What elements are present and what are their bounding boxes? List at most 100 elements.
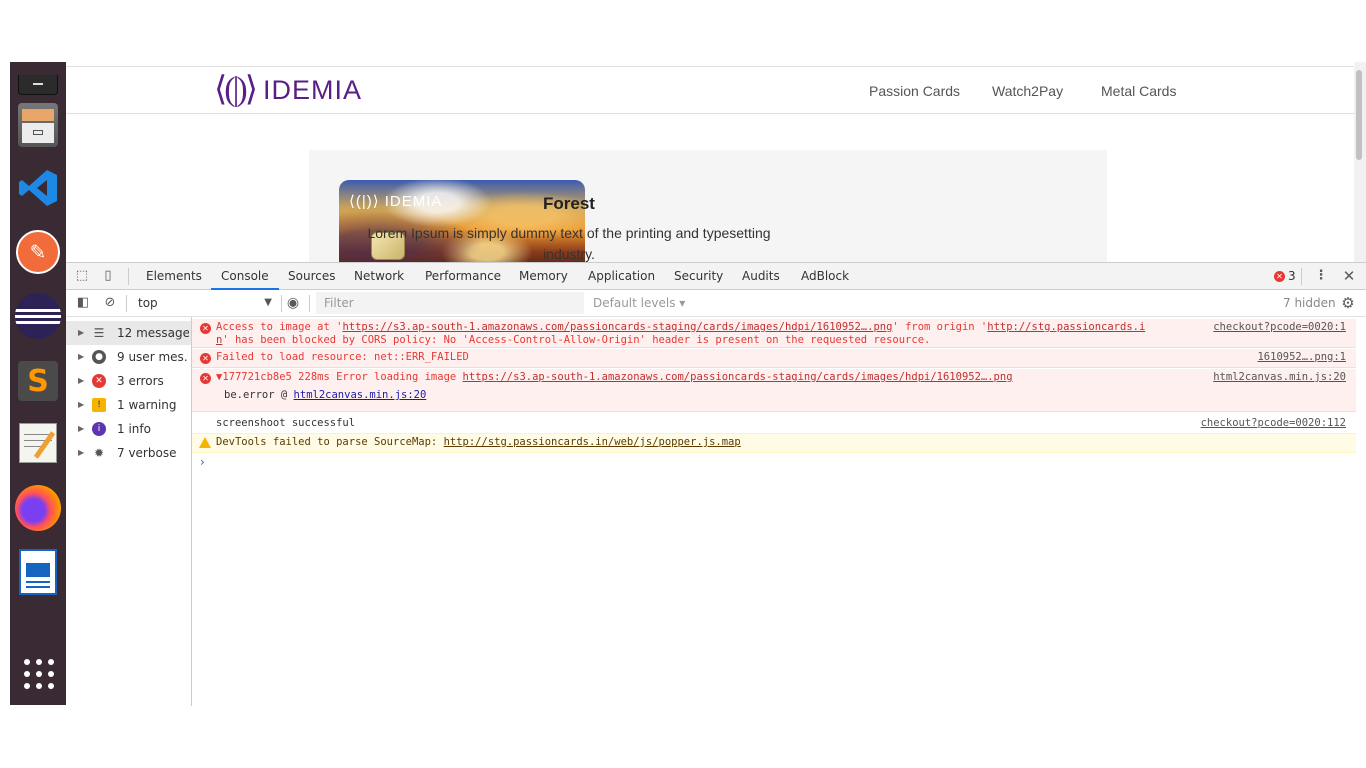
product-title: Forest [543,194,595,213]
clear-console-icon[interactable]: ⊘ [102,295,118,311]
image-url-link[interactable]: https://s3.ap-south-1.amazonaws.com/pass… [463,371,1013,383]
message-prefix: Access to image at ' [216,321,343,333]
console-message-image-error[interactable]: ✕ ▼177721cb8e5 228ms Error loading image… [192,369,1356,412]
trace-link[interactable]: html2canvas.min.js:20 [294,389,427,401]
filter-input[interactable] [316,292,584,314]
trace-prefix: be.error @ [224,389,294,401]
devtools-panel: ⬚ ▯ Elements Console Sources Network Per… [66,262,1366,706]
logo-mark: ⟨(|)⟩ [214,71,258,108]
logo-text: IDEMIA [262,74,362,105]
message-prefix: DevTools failed to parse SourceMap: [216,436,444,448]
page-scrollbar-thumb[interactable] [1356,70,1362,160]
message-middle: ' from origin ' [892,321,988,333]
sidebar-item-messages[interactable]: ▶ ☰ 12 messages [66,321,191,345]
sidebar-item-label: 3 errors [117,374,164,388]
sourcemap-url-link[interactable]: http://stg.passioncards.in/web/js/popper… [444,436,741,448]
error-counter[interactable]: ✕ 3 [1274,269,1296,283]
sidebar-item-errors[interactable]: ▶ ✕ 3 errors [66,369,191,393]
message-suffix: ' has been blocked by CORS policy: No 'A… [222,334,931,346]
files-icon[interactable] [13,100,63,150]
tab-application[interactable]: Application [588,263,655,290]
chevron-down-icon: ▼ [264,297,272,308]
sublime-text-icon[interactable]: S [13,356,63,406]
console-settings-gear-icon[interactable]: ⚙ [1340,295,1356,311]
source-link[interactable]: checkout?pcode=0020:112 [1201,417,1346,430]
libreoffice-writer-icon[interactable] [13,547,63,597]
show-applications-icon[interactable] [24,659,54,689]
source-link[interactable]: 1610952….png:1 [1257,351,1346,364]
image-url-link[interactable]: https://s3.ap-south-1.amazonaws.com/pass… [342,321,892,333]
console-message-cors-error[interactable]: ✕ Access to image at 'https://s3.ap-sout… [192,319,1356,348]
terminal-icon[interactable] [13,54,63,104]
firefox-icon[interactable] [13,483,63,533]
expand-arrow-icon: ▶ [78,328,85,337]
user-icon: ● [92,350,106,364]
stack-trace: be.error @ html2canvas.min.js:20 [224,389,426,402]
live-expression-eye-icon[interactable]: ◉ [285,295,301,311]
sidebar-item-verbose[interactable]: ▶ ✹ 7 verbose [66,441,191,465]
sidebar-item-user-messages[interactable]: ▶ ● 9 user mes… [66,345,191,369]
sidebar-item-label: 9 user mes… [117,350,189,364]
tab-network[interactable]: Network [354,263,404,290]
close-devtools-icon[interactable]: ✕ [1341,268,1357,284]
expand-arrow-icon: ▶ [78,424,85,433]
console-message-log[interactable]: screenshoot successful checkout?pcode=00… [192,415,1356,434]
more-options-icon[interactable]: ⋮ [1313,268,1329,284]
message-prefix: ▼177721cb8e5 228ms Error loading image [216,371,463,383]
error-icon: ✕ [200,323,211,334]
sidebar-toggle-icon[interactable]: ◧ [75,295,91,311]
console-message-load-failed[interactable]: ✕ Failed to load resource: net::ERR_FAIL… [192,349,1356,368]
ubuntu-dock: ✎ S [10,62,66,705]
nav-metal-cards[interactable]: Metal Cards [1101,83,1176,99]
tab-console[interactable]: Console [211,263,279,290]
eclipse-icon[interactable] [13,291,63,341]
error-icon: ✕ [92,374,106,388]
error-icon: ✕ [1274,270,1285,282]
console-prompt-icon[interactable]: › [200,455,205,469]
inspect-element-icon[interactable]: ⬚ [74,268,90,284]
postman-icon[interactable]: ✎ [13,227,63,277]
message-text: screenshoot successful [216,417,356,429]
console-message-sourcemap-warning[interactable]: DevTools failed to parse SourceMap: http… [192,434,1356,453]
sidebar-item-warnings[interactable]: ▶ ! 1 warning [66,393,191,417]
site-header: ⟨(|)⟩ IDEMIA Passion Cards Watch2Pay Met… [66,66,1354,114]
nav-passion-cards[interactable]: Passion Cards [869,83,960,99]
web-page: ⟨(|)⟩ IDEMIA Passion Cards Watch2Pay Met… [66,62,1354,262]
tab-elements[interactable]: Elements [146,263,202,290]
message-text: DevTools failed to parse SourceMap: http… [216,436,741,449]
error-count: 3 [1288,269,1296,283]
message-text: Access to image at 'https://s3.ap-south-… [216,321,1145,347]
console-sidebar: ▶ ☰ 12 messages ▶ ● 9 user mes… ▶ ✕ 3 er… [66,317,192,706]
tab-memory[interactable]: Memory [519,263,568,290]
expand-arrow-icon: ▶ [78,376,85,385]
nav-watch2pay[interactable]: Watch2Pay [992,83,1063,99]
expand-arrow-icon: ▶ [78,352,85,361]
origin-url-link[interactable]: http://stg.passioncards.i [987,321,1145,333]
context-select[interactable]: top ▼ [128,290,278,316]
vscode-icon[interactable] [13,163,63,213]
tab-sources[interactable]: Sources [288,263,335,290]
device-toolbar-icon[interactable]: ▯ [100,268,116,284]
hidden-count: 7 hidden [1283,296,1336,310]
source-link[interactable]: checkout?pcode=0020:1 [1213,321,1346,334]
warning-icon [199,437,211,448]
error-icon: ✕ [200,373,211,384]
log-levels-dropdown[interactable]: Default levels ▾ [593,290,685,316]
product-description: Lorem Ipsum is simply dummy text of the … [367,225,771,262]
tab-security[interactable]: Security [674,263,723,290]
tab-performance[interactable]: Performance [425,263,501,290]
tab-adblock[interactable]: AdBlock [801,263,849,290]
text-editor-icon[interactable] [13,418,63,468]
tab-audits[interactable]: Audits [742,263,780,290]
site-logo[interactable]: ⟨(|)⟩ IDEMIA [214,73,362,107]
expand-arrow-icon: ▶ [78,448,85,457]
error-icon: ✕ [200,353,211,364]
bug-icon: ✹ [93,446,105,460]
message-text: Failed to load resource: net::ERR_FAILED [216,351,469,363]
sidebar-item-info[interactable]: ▶ i 1 info [66,417,191,441]
console-toolbar: ◧ ⊘ top ▼ ◉ Default levels ▾ 7 hidden ⚙ [66,290,1366,317]
console-messages: ✕ Access to image at 'https://s3.ap-sout… [192,317,1366,706]
devtools-tabbar: ⬚ ▯ Elements Console Sources Network Per… [66,263,1366,290]
source-link[interactable]: html2canvas.min.js:20 [1213,371,1346,384]
warning-icon: ! [92,398,106,412]
